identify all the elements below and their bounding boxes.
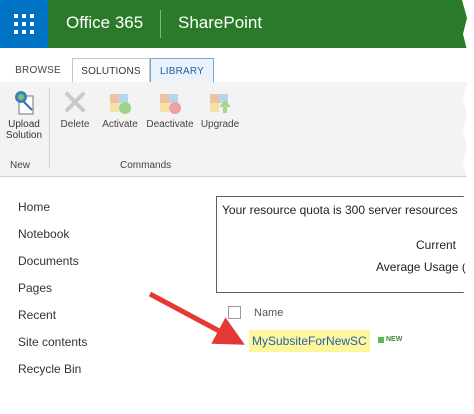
nav-item-documents[interactable]: Documents	[18, 254, 79, 268]
brand-title[interactable]: Office 365	[66, 13, 143, 33]
column-header-name[interactable]: Name	[254, 307, 283, 319]
nav-item-home[interactable]: Home	[18, 200, 50, 214]
tab-solutions[interactable]: SOLUTIONS	[72, 58, 150, 83]
tab-browse[interactable]: BROWSE	[10, 58, 66, 82]
quota-message: Your resource quota is 300 server resour…	[222, 203, 458, 217]
upload-icon	[10, 88, 38, 116]
activate-icon	[106, 88, 134, 116]
upgrade-label: Upgrade	[200, 119, 240, 130]
upload-solution-button[interactable]: Upload Solution	[4, 88, 44, 141]
group-label-new: New	[10, 160, 31, 171]
activate-label: Activate	[102, 119, 138, 130]
callout-arrow	[148, 291, 245, 345]
nav-item-pages[interactable]: Pages	[18, 281, 52, 295]
app-launcher-icon[interactable]	[0, 0, 48, 48]
delete-label: Delete	[60, 119, 90, 130]
upgrade-icon	[206, 88, 234, 116]
deactivate-label: Deactivate	[146, 119, 194, 130]
nav-item-notebook[interactable]: Notebook	[18, 227, 69, 241]
tab-library[interactable]: LIBRARY	[150, 58, 214, 83]
deactivate-button[interactable]: Deactivate	[143, 88, 197, 130]
nav-item-recycle-bin[interactable]: Recycle Bin	[18, 362, 81, 376]
suite-divider	[160, 10, 161, 38]
delete-button[interactable]: Delete	[58, 88, 92, 130]
delete-icon	[61, 88, 89, 116]
new-badge: NEW	[378, 336, 402, 343]
activate-button[interactable]: Activate	[98, 88, 142, 130]
torn-edge-bottom	[0, 401, 474, 414]
torn-edge-right	[462, 0, 474, 414]
nav-item-recent[interactable]: Recent	[18, 308, 56, 322]
solution-name-link[interactable]: MySubsiteForNewSC	[249, 330, 370, 352]
app-title[interactable]: SharePoint	[178, 13, 262, 33]
quota-average-label: Average Usage (	[376, 260, 466, 274]
upgrade-button[interactable]: Upgrade	[198, 88, 242, 130]
upload-solution-label: Upload Solution	[5, 119, 43, 141]
nav-item-site-contents[interactable]: Site contents	[18, 335, 87, 349]
new-badge-label: NEW	[386, 336, 403, 343]
new-icon	[378, 336, 384, 343]
group-label-commands: Commands	[120, 160, 172, 171]
ribbon-group-divider	[49, 88, 50, 168]
deactivate-icon	[156, 88, 184, 116]
